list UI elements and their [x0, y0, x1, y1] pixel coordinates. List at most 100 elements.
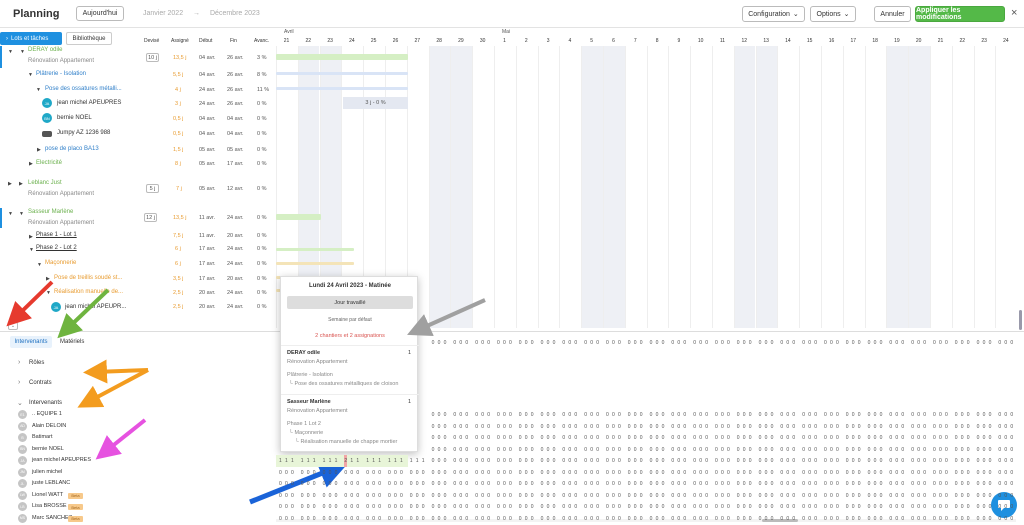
capacity-cell[interactable]: 0	[911, 337, 914, 349]
capacity-cell[interactable]: 0	[808, 467, 811, 479]
person-name[interactable]: jean michel APEUPRES	[32, 457, 91, 463]
capacity-cell[interactable]: 0	[880, 421, 883, 433]
capacity-cell[interactable]: 0	[824, 337, 827, 349]
capacity-cell[interactable]: 0	[400, 490, 403, 502]
capacity-cell[interactable]: 0	[945, 455, 948, 467]
capacity-cell[interactable]: 0	[356, 467, 359, 479]
capacity-cell[interactable]: 0	[344, 467, 347, 479]
capacity-cell[interactable]: 0	[874, 478, 877, 490]
capacity-cell[interactable]: 0	[662, 444, 665, 456]
capacity-cell[interactable]: 0	[802, 501, 805, 513]
capacity-cell[interactable]: 0	[808, 444, 811, 456]
capacity-cell[interactable]: 0	[721, 490, 724, 502]
capacity-cell[interactable]: 0	[509, 337, 512, 349]
capacity-cell[interactable]: 0	[830, 501, 833, 513]
capacity-cell[interactable]: 0	[683, 409, 686, 421]
capacity-cell[interactable]: 0	[923, 455, 926, 467]
capacity-cell[interactable]: 0	[830, 467, 833, 479]
capacity-cell[interactable]: 0	[699, 455, 702, 467]
capacity-cell[interactable]: 0	[802, 478, 805, 490]
capacity-cell[interactable]: 0	[852, 501, 855, 513]
person-name[interactable]: .. EQUIPE 1	[32, 411, 62, 417]
capacity-cell[interactable]: 0	[444, 467, 447, 479]
capacity-cell[interactable]: 0	[721, 337, 724, 349]
capacity-cell[interactable]: 0	[874, 455, 877, 467]
capacity-cell[interactable]: 0	[824, 444, 827, 456]
capacity-cell[interactable]: 0	[977, 501, 980, 513]
capacity-cell[interactable]: 0	[868, 337, 871, 349]
capacity-cell[interactable]: 0	[727, 444, 730, 456]
capacity-cell[interactable]: 0	[868, 409, 871, 421]
capacity-cell[interactable]: 0	[366, 490, 369, 502]
capacity-cell[interactable]: 0	[759, 467, 762, 479]
capacity-cell[interactable]: 0	[640, 513, 643, 525]
capacity-cell[interactable]: 0	[487, 432, 490, 444]
capacity-cell[interactable]: 0	[344, 478, 347, 490]
capacity-cell[interactable]: 0	[808, 337, 811, 349]
capacity-cell[interactable]: 0	[802, 337, 805, 349]
capacity-cell[interactable]: 0	[792, 455, 795, 467]
capacity-cell[interactable]: 0	[531, 478, 534, 490]
capacity-cell[interactable]: 0	[378, 467, 381, 479]
capacity-cell[interactable]: 0	[656, 455, 659, 467]
capacity-cell[interactable]: 0	[519, 337, 522, 349]
capacity-cell[interactable]: 0	[574, 501, 577, 513]
capacity-cell[interactable]: 0	[923, 409, 926, 421]
capacity-cell[interactable]: 0	[568, 444, 571, 456]
capacity-cell[interactable]: 0	[945, 444, 948, 456]
capacity-cell[interactable]: 0	[453, 421, 456, 433]
capacity-cell[interactable]: 0	[802, 409, 805, 421]
capacity-cell[interactable]: 0	[656, 501, 659, 513]
capacity-cell[interactable]: 0	[497, 467, 500, 479]
capacity-cell[interactable]: 0	[465, 421, 468, 433]
capacity-cell[interactable]: 0	[911, 455, 914, 467]
capacity-cell[interactable]: 0	[693, 432, 696, 444]
capacity-cell[interactable]: 0	[459, 467, 462, 479]
capacity-cell[interactable]: 0	[503, 409, 506, 421]
capacity-cell[interactable]: 0	[895, 432, 898, 444]
capacity-cell[interactable]: 0	[432, 478, 435, 490]
capacity-cell[interactable]: 0	[846, 432, 849, 444]
capacity-cell[interactable]: 0	[895, 337, 898, 349]
capacity-cell[interactable]: 0	[497, 432, 500, 444]
capacity-cell[interactable]: 0	[814, 432, 817, 444]
capacity-cell[interactable]: 0	[705, 501, 708, 513]
capacity-cell[interactable]: 0	[939, 490, 942, 502]
capacity-cell[interactable]: 0	[313, 478, 316, 490]
capacity-cell[interactable]: 0	[279, 501, 282, 513]
capacity-cell[interactable]: 0	[671, 467, 674, 479]
capacity-cell[interactable]: 0	[459, 421, 462, 433]
capacity-cell[interactable]: 0	[705, 490, 708, 502]
capacity-cell[interactable]: 0	[596, 501, 599, 513]
capacity-cell[interactable]: 0	[553, 513, 556, 525]
capacity-cell[interactable]: 0	[889, 501, 892, 513]
capacity-cell[interactable]: 0	[705, 478, 708, 490]
capacity-cell[interactable]: 0	[880, 432, 883, 444]
capacity-cell[interactable]: 0	[612, 467, 615, 479]
capacity-cell[interactable]: 0	[541, 337, 544, 349]
capacity-cell[interactable]: 0	[562, 478, 565, 490]
capacity-cell[interactable]: 0	[279, 478, 282, 490]
capacity-cell[interactable]: 0	[743, 513, 746, 525]
capacity-cell[interactable]: 0	[590, 478, 593, 490]
capacity-cell[interactable]: 0	[509, 490, 512, 502]
capacity-cell[interactable]: 0	[771, 432, 774, 444]
capacity-cell[interactable]: 0	[612, 490, 615, 502]
capacity-cell[interactable]: 0	[562, 513, 565, 525]
capacity-cell[interactable]: 0	[465, 337, 468, 349]
capacity-cell[interactable]: 0	[432, 467, 435, 479]
capacity-cell[interactable]: 0	[438, 409, 441, 421]
capacity-cell[interactable]: 0	[662, 409, 665, 421]
capacity-cell[interactable]: 0	[802, 444, 805, 456]
person-name[interactable]: Lionel WATT	[32, 492, 63, 498]
capacity-cell[interactable]: 0	[487, 421, 490, 433]
capacity-cell[interactable]: 0	[301, 490, 304, 502]
capacity-cell[interactable]: 0	[917, 432, 920, 444]
capacity-cell[interactable]: 0	[830, 513, 833, 525]
capacity-cell[interactable]: 0	[677, 409, 680, 421]
capacity-cell[interactable]: 0	[422, 467, 425, 479]
capacity-cell[interactable]: 0	[547, 455, 550, 467]
capacity-cell[interactable]: 0	[388, 513, 391, 525]
capacity-cell[interactable]: 0	[759, 455, 762, 467]
capacity-cell[interactable]: 0	[683, 432, 686, 444]
